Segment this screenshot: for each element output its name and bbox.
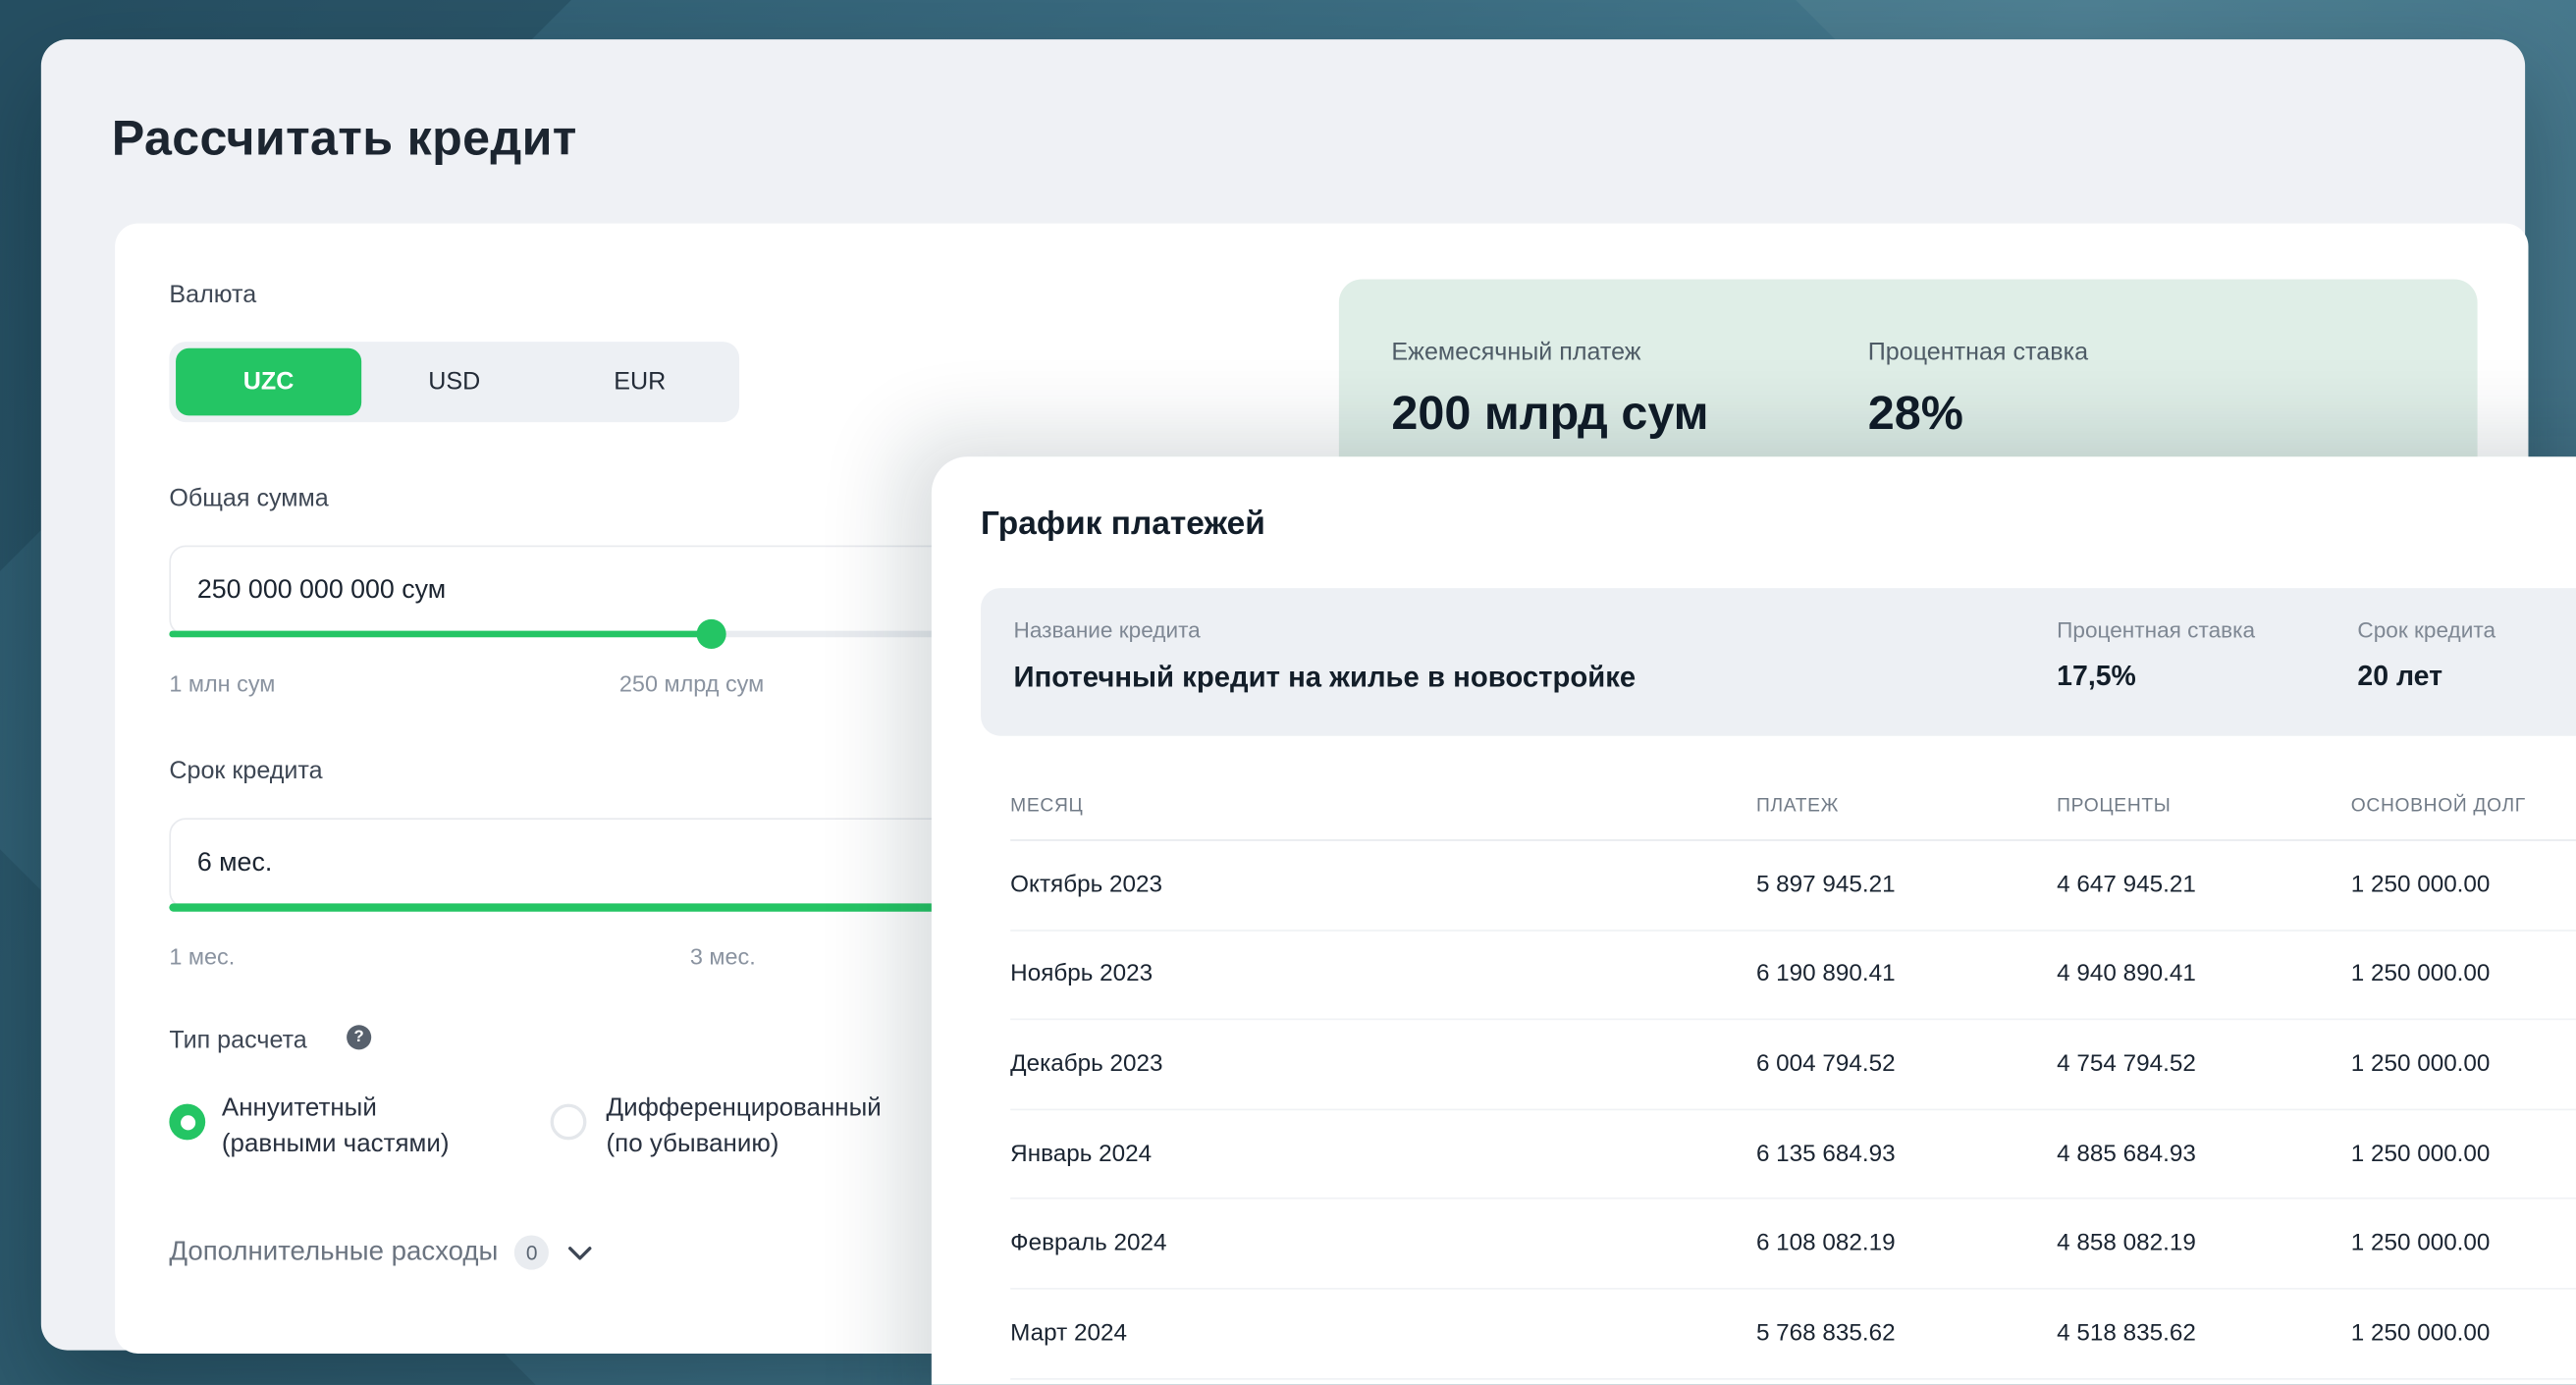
cell-payment: 6 004 794.52 xyxy=(1756,1051,1896,1078)
cell-principal: 1 250 000.00 xyxy=(2351,872,2491,898)
cell-month: Декабрь 2023 xyxy=(1010,1051,1162,1078)
extra-expenses-toggle[interactable]: Дополнительные расходы 0 xyxy=(169,1235,595,1269)
col-month: МЕСЯЦ xyxy=(1010,796,1083,816)
calc-type-label: Тип расчета xyxy=(169,1027,306,1054)
table-row: Январь 2024 6 135 684.93 4 885 684.93 1 250… xyxy=(1010,1110,2576,1199)
extra-expenses-label: Дополнительные расходы xyxy=(169,1237,498,1268)
term-max-label: 3 мес. xyxy=(690,943,756,970)
table-row: Декабрь 2023 6 004 794.52 4 754 794.52 1 25… xyxy=(1010,1021,2576,1110)
interest-rate-label: Процентная ставка xyxy=(1868,339,2088,366)
col-interest: ПРОЦЕНТЫ xyxy=(2057,796,2171,816)
cell-month: Март 2024 xyxy=(1010,1320,1127,1347)
table-row: Ноябрь 2023 6 190 890.41 4 940 890.41 1 250… xyxy=(1010,931,2576,1020)
currency-option-uzc[interactable]: UZC xyxy=(176,348,361,416)
page-title: Рассчитать кредит xyxy=(112,112,577,168)
term-min-label: 1 мес. xyxy=(169,943,235,970)
radio-annuity-label-line1: Аннуитетный xyxy=(222,1091,450,1127)
amount-slider-fill xyxy=(169,631,711,638)
cell-payment: 5 897 945.21 xyxy=(1756,872,1896,898)
loan-rate-label: Процентная ставка xyxy=(2057,617,2255,642)
schedule-table-header: МЕСЯЦ ПЛАТЕЖ ПРОЦЕНТЫ ОСНОВНОЙ ДОЛГ xyxy=(1010,772,2576,841)
monthly-payment-label: Ежемесячный платеж xyxy=(1391,339,1640,366)
currency-label: Валюта xyxy=(169,281,256,308)
cell-month: Январь 2024 xyxy=(1010,1141,1152,1167)
radio-differentiated-label: Дифференцированный (по убыванию) xyxy=(607,1091,882,1163)
amount-slider-thumb[interactable] xyxy=(697,619,726,649)
loan-term-value: 20 лет xyxy=(2357,661,2442,693)
chevron-down-icon xyxy=(565,1238,595,1267)
loan-info-strip: Название кредита Ипотечный кредит на жил… xyxy=(981,588,2576,736)
radio-differentiated-label-line2: (по убыванию) xyxy=(607,1127,882,1163)
loan-name-label: Название кредита xyxy=(1014,617,1201,642)
monthly-payment-value: 200 млрд сум xyxy=(1391,388,1708,442)
radio-differentiated-label-line1: Дифференцированный xyxy=(607,1091,882,1127)
amount-min-label: 1 млн сум xyxy=(169,670,275,697)
cell-interest: 4 518 835.62 xyxy=(2057,1320,2196,1347)
loan-name-value: Ипотечный кредит на жилье в новостройке xyxy=(1014,661,1637,695)
cell-payment: 6 135 684.93 xyxy=(1756,1141,1896,1167)
schedule-title: График платежей xyxy=(981,506,1265,543)
cell-principal: 1 250 000.00 xyxy=(2351,962,2491,988)
loan-term-label: Срок кредита xyxy=(2357,617,2496,642)
radio-annuity[interactable] xyxy=(169,1104,205,1141)
cell-principal: 1 250 000.00 xyxy=(2351,1231,2491,1257)
table-row: Февраль 2024 6 108 082.19 4 858 082.19 1 25… xyxy=(1010,1199,2576,1289)
page-background: Рассчитать кредит Валюта UZC USD EUR Общ… xyxy=(0,0,2576,1385)
cell-payment: 6 190 890.41 xyxy=(1756,962,1896,988)
radio-annuity-label-line2: (равными частями) xyxy=(222,1127,450,1163)
cell-interest: 4 885 684.93 xyxy=(2057,1141,2196,1167)
currency-segmented-control: UZC USD EUR xyxy=(169,342,739,422)
cell-interest: 4 858 082.19 xyxy=(2057,1231,2196,1257)
col-principal: ОСНОВНОЙ ДОЛГ xyxy=(2351,796,2526,816)
extra-expenses-count-badge: 0 xyxy=(514,1235,549,1269)
table-row: Март 2024 5 768 835.62 4 518 835.62 1 250 0… xyxy=(1010,1290,2576,1379)
currency-option-eur[interactable]: EUR xyxy=(547,348,732,416)
radio-differentiated[interactable] xyxy=(551,1104,587,1141)
help-icon[interactable]: ? xyxy=(347,1025,371,1049)
cell-month: Ноябрь 2023 xyxy=(1010,962,1153,988)
col-payment: ПЛАТЕЖ xyxy=(1756,796,1839,816)
amount-max-label: 250 млрд сум xyxy=(619,670,764,697)
amount-label: Общая сумма xyxy=(169,485,328,512)
cell-principal: 1 250 000.00 xyxy=(2351,1051,2491,1078)
cell-payment: 6 108 082.19 xyxy=(1756,1231,1896,1257)
cell-interest: 4 940 890.41 xyxy=(2057,962,2196,988)
schedule-table-body: Октябрь 2023 5 897 945.21 4 647 945.21 1 25… xyxy=(1010,841,2576,1379)
table-row: Октябрь 2023 5 897 945.21 4 647 945.21 1 25… xyxy=(1010,841,2576,931)
cell-interest: 4 647 945.21 xyxy=(2057,872,2196,898)
term-label: Срок кредита xyxy=(169,757,322,784)
cell-month: Февраль 2024 xyxy=(1010,1231,1166,1257)
cell-principal: 1 250 000.00 xyxy=(2351,1320,2491,1347)
cell-payment: 5 768 835.62 xyxy=(1756,1320,1896,1347)
payment-schedule-panel: График платежей Название кредита Ипотечн… xyxy=(932,456,2576,1385)
cell-month: Октябрь 2023 xyxy=(1010,872,1162,898)
schedule-table: МЕСЯЦ ПЛАТЕЖ ПРОЦЕНТЫ ОСНОВНОЙ ДОЛГ Октя… xyxy=(1010,772,2576,1379)
currency-option-usd[interactable]: USD xyxy=(361,348,547,416)
cell-interest: 4 754 794.52 xyxy=(2057,1051,2196,1078)
loan-rate-value: 17,5% xyxy=(2057,661,2136,693)
interest-rate-value: 28% xyxy=(1868,388,1963,442)
radio-annuity-label: Аннуитетный (равными частями) xyxy=(222,1091,450,1163)
cell-principal: 1 250 000.00 xyxy=(2351,1141,2491,1167)
